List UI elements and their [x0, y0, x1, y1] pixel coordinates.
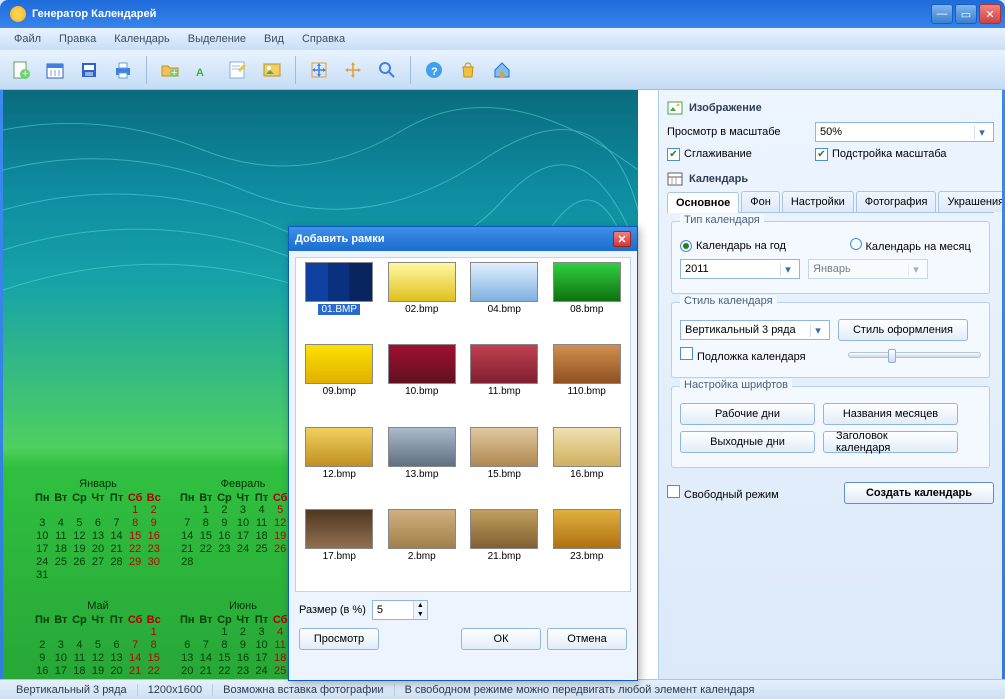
thumb-item[interactable]: 13.bmp: [383, 427, 462, 505]
print-icon[interactable]: [108, 55, 138, 85]
thumb-item[interactable]: 2.bmp: [383, 509, 462, 587]
zoom-label: Просмотр в масштабе: [667, 126, 807, 138]
text-icon[interactable]: A: [189, 55, 219, 85]
thumb-item[interactable]: 15.bmp: [465, 427, 544, 505]
radio-month[interactable]: Календарь на месяц: [850, 238, 982, 253]
create-calendar-button[interactable]: Создать календарь: [844, 482, 994, 504]
calendar-month: МайПнВтСрЧтПтСбВс12345678910111213141516…: [33, 600, 163, 679]
minimize-button[interactable]: —: [931, 4, 953, 24]
backing-checkbox[interactable]: Подложка календаря: [680, 347, 820, 363]
menu-файл[interactable]: Файл: [6, 30, 49, 48]
monthnames-button[interactable]: Названия месяцев: [823, 403, 958, 425]
free-mode-checkbox[interactable]: Свободный режим: [667, 485, 807, 501]
image-panel-icon: [667, 100, 683, 116]
dialog-close-button[interactable]: ✕: [613, 231, 631, 247]
maximize-button[interactable]: ▭: [955, 4, 977, 24]
app-icon: [10, 6, 26, 22]
thumb-item[interactable]: 02.bmp: [383, 262, 462, 340]
dialog-title: Добавить рамки: [295, 233, 385, 245]
zoom-icon[interactable]: [372, 55, 402, 85]
calendar-month: ЯнварьПнВтСрЧтПтСбВс12345678910111213141…: [33, 478, 163, 581]
thumb-item[interactable]: 08.bmp: [548, 262, 627, 340]
calendar-icon[interactable]: [40, 55, 70, 85]
status-hint: Возможна вставка фотографии: [213, 684, 394, 696]
style-select[interactable]: Вертикальный 3 ряда▾: [680, 320, 830, 340]
backing-slider[interactable]: [848, 352, 981, 358]
status-style: Вертикальный 3 ряда: [6, 684, 138, 696]
tab-1[interactable]: Фон: [741, 191, 780, 212]
thumb-item[interactable]: 01.BMP: [300, 262, 379, 340]
menu-календарь[interactable]: Календарь: [106, 30, 178, 48]
image-icon[interactable]: [257, 55, 287, 85]
calendar-panel-icon: [667, 171, 683, 187]
thumb-item[interactable]: 16.bmp: [548, 427, 627, 505]
zoom-select[interactable]: 50%▾: [815, 122, 994, 142]
thumb-item[interactable]: 110.bmp: [548, 344, 627, 422]
new-file-icon[interactable]: +: [6, 55, 36, 85]
thumb-item[interactable]: 04.bmp: [465, 262, 544, 340]
svg-text:A: A: [196, 67, 204, 79]
thumb-item[interactable]: 12.bmp: [300, 427, 379, 505]
style-button[interactable]: Стиль оформления: [838, 319, 968, 341]
status-mode: В свободном режиме можно передвигать люб…: [395, 684, 999, 696]
size-label: Размер (в %): [299, 604, 366, 616]
edit-icon[interactable]: [223, 55, 253, 85]
image-header: Изображение: [689, 102, 762, 114]
spin-up-icon[interactable]: ▲: [413, 601, 427, 610]
move-icon[interactable]: [304, 55, 334, 85]
group-fonts-legend: Настройка шрифтов: [680, 379, 792, 391]
smoothing-checkbox[interactable]: ✔Сглаживание: [667, 148, 807, 161]
svg-text:?: ?: [431, 66, 438, 78]
save-icon[interactable]: [74, 55, 104, 85]
menu-выделение[interactable]: Выделение: [180, 30, 254, 48]
add-frames-dialog: Добавить рамки ✕ 01.BMP02.bmp04.bmp08.bm…: [288, 226, 638, 681]
month-select: Январь▾: [808, 259, 928, 279]
holidays-button[interactable]: Выходные дни: [680, 431, 815, 453]
caltitle-button[interactable]: Заголовок календаря: [823, 431, 958, 453]
window-title: Генератор Календарей: [32, 8, 929, 20]
cancel-button[interactable]: Отмена: [547, 628, 627, 650]
tab-3[interactable]: Фотография: [856, 191, 937, 212]
arrows-icon[interactable]: [338, 55, 368, 85]
thumb-grid[interactable]: 01.BMP02.bmp04.bmp08.bmp 09.bmp10.bmp11.b…: [295, 257, 631, 592]
help-icon[interactable]: ?: [419, 55, 449, 85]
group-type-legend: Тип календаря: [680, 214, 764, 226]
thumb-item[interactable]: 21.bmp: [465, 509, 544, 587]
menu-справка[interactable]: Справка: [294, 30, 353, 48]
menu-вид[interactable]: Вид: [256, 30, 292, 48]
tab-2[interactable]: Настройки: [782, 191, 854, 212]
size-spinner[interactable]: ▲▼: [372, 600, 428, 620]
thumb-item[interactable]: 10.bmp: [383, 344, 462, 422]
thumb-item[interactable]: 23.bmp: [548, 509, 627, 587]
workdays-button[interactable]: Рабочие дни: [680, 403, 815, 425]
svg-text:+: +: [171, 67, 177, 79]
spin-down-icon[interactable]: ▼: [413, 610, 427, 619]
status-size: 1200x1600: [138, 684, 213, 696]
menu-правка[interactable]: Правка: [51, 30, 104, 48]
thumb-item[interactable]: 17.bmp: [300, 509, 379, 587]
close-button[interactable]: ✕: [979, 4, 1001, 24]
calendar-header: Календарь: [689, 173, 748, 185]
svg-text:+: +: [22, 68, 28, 80]
thumb-item[interactable]: 11.bmp: [465, 344, 544, 422]
shop-icon[interactable]: [453, 55, 483, 85]
tab-0[interactable]: Основное: [667, 192, 739, 213]
preview-button[interactable]: Просмотр: [299, 628, 379, 650]
size-input[interactable]: [373, 604, 413, 616]
group-style-legend: Стиль календаря: [680, 295, 777, 307]
home-icon[interactable]: [487, 55, 517, 85]
add-folder-icon[interactable]: +: [155, 55, 185, 85]
radio-year[interactable]: Календарь на год: [680, 240, 812, 252]
ok-button[interactable]: ОК: [461, 628, 541, 650]
thumb-item[interactable]: 09.bmp: [300, 344, 379, 422]
tab-4[interactable]: Украшения: [938, 191, 1002, 212]
fit-checkbox[interactable]: ✔Подстройка масштаба: [815, 148, 955, 161]
year-select[interactable]: 2011▾: [680, 259, 800, 279]
